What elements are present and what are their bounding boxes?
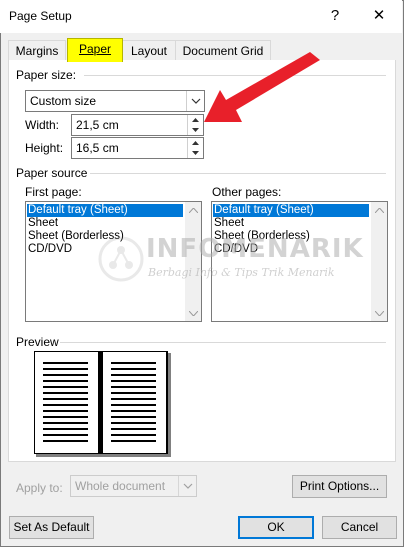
spin-up-icon[interactable] (188, 138, 203, 148)
paper-size-label: Paper size: (16, 68, 77, 82)
height-spin-buttons (187, 138, 203, 158)
scroll-down-icon[interactable] (185, 305, 201, 321)
other-pages-scrollbar[interactable] (371, 202, 387, 321)
scroll-up-icon[interactable] (371, 202, 387, 218)
cancel-button[interactable]: Cancel (322, 516, 397, 539)
width-value: 21,5 cm (76, 118, 119, 132)
chevron-down-icon (178, 476, 196, 496)
preview-label: Preview (16, 335, 59, 349)
list-item[interactable]: CD/DVD (27, 243, 72, 256)
scroll-down-icon[interactable] (371, 305, 387, 321)
preview-right-page (103, 352, 166, 453)
watermark-title: INFOMENARIK (146, 234, 364, 264)
preview-separator (60, 342, 386, 343)
height-label: Height: (25, 141, 64, 155)
set-as-default-button[interactable]: Set As Default (9, 516, 94, 539)
watermark-subtitle: Berbagi Info & Tips Trik Menarik (148, 266, 335, 279)
tab-paper[interactable]: Paper (67, 38, 123, 62)
height-value: 16,5 cm (76, 141, 119, 155)
apply-to-label: Apply to: (16, 481, 63, 495)
list-item[interactable]: Default tray (Sheet) (213, 204, 369, 217)
watermark-logo-icon (98, 236, 144, 282)
spin-down-icon[interactable] (188, 148, 203, 158)
paper-size-value: Custom size (30, 94, 97, 108)
paper-source-separator (90, 173, 386, 174)
height-spinner[interactable]: 16,5 cm (71, 137, 204, 159)
help-button[interactable]: ? (320, 4, 350, 28)
tab-paper-label: Paper (78, 42, 112, 56)
width-spinner[interactable]: 21,5 cm (71, 114, 204, 136)
paper-size-dropdown[interactable]: Custom size (25, 90, 205, 112)
dialog-title: Page Setup (9, 9, 72, 23)
preview-left-page (35, 352, 98, 453)
tab-margins[interactable]: Margins (8, 40, 66, 61)
list-item[interactable]: Sheet (27, 217, 58, 230)
tab-layout[interactable]: Layout (122, 40, 176, 61)
tab-margins-label: Margins (15, 44, 59, 58)
apply-to-dropdown[interactable]: Whole document (70, 475, 197, 497)
red-arrow-icon (204, 52, 320, 122)
close-button[interactable]: ✕ (364, 4, 394, 28)
list-item[interactable]: Default tray (Sheet) (27, 204, 183, 217)
first-page-label: First page: (25, 185, 82, 199)
scroll-up-icon[interactable] (185, 202, 201, 218)
paper-source-label: Paper source (16, 166, 88, 180)
list-item[interactable]: Sheet (213, 217, 244, 230)
ok-button[interactable]: OK (238, 516, 314, 539)
page-preview (34, 351, 168, 454)
width-label: Width: (25, 118, 60, 132)
print-options-button[interactable]: Print Options... (292, 475, 387, 498)
apply-to-value: Whole document (75, 479, 166, 493)
tab-layout-label: Layout (130, 44, 168, 58)
other-pages-label: Other pages: (212, 185, 282, 199)
